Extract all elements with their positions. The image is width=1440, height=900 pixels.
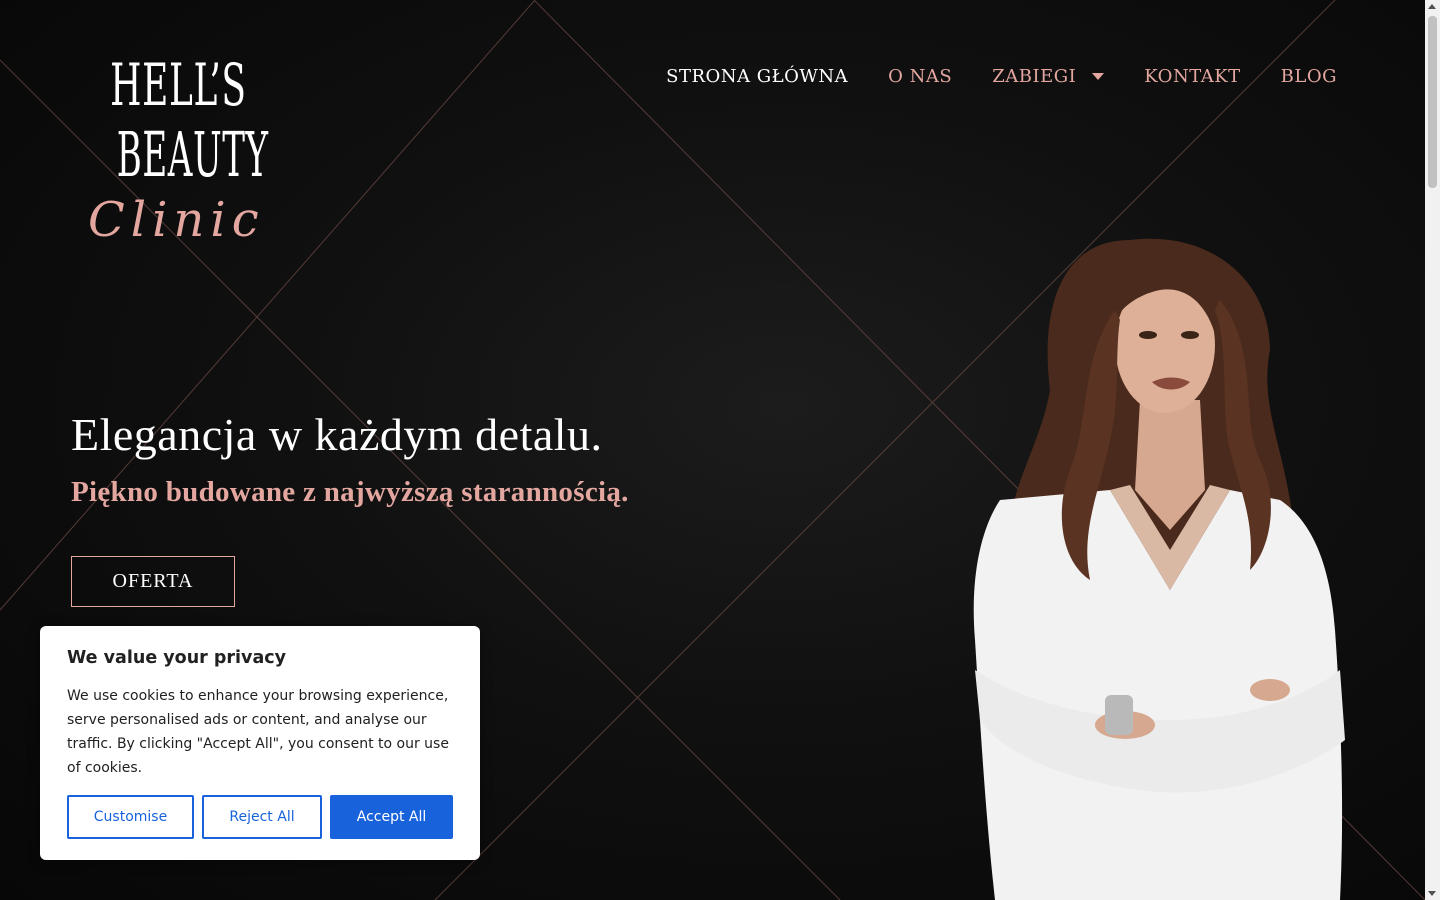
cookie-text: We use cookies to enhance your browsing …	[67, 688, 449, 776]
nav-label-contact: KONTAKT	[1144, 66, 1241, 87]
nav-label-about: O NAS	[888, 66, 953, 87]
nav-label-blog: BLOG	[1280, 66, 1337, 87]
hero-subtitle: Piękno budowane z najwyższą starannością…	[71, 476, 629, 508]
nav-link-blog[interactable]: BLOG	[1281, 66, 1337, 87]
logo-line-hells: HELL’S	[110, 51, 247, 119]
hero-model-image	[973, 238, 1345, 900]
logo-line-clinic: Clinic	[88, 192, 265, 248]
logo-line-beauty: BEAUTY	[116, 118, 269, 191]
chevron-down-icon[interactable]	[1092, 73, 1105, 80]
main-nav: STRONA GŁÓWNA O NAS ZABIEGI KONTAKT BLOG	[666, 66, 1337, 87]
page-scrollbar[interactable]	[1425, 0, 1440, 900]
brand-logo[interactable]: HELL’S BEAUTY Clinic	[74, 52, 274, 262]
nav-link-home[interactable]: STRONA GŁÓWNA	[666, 66, 848, 87]
offer-button[interactable]: OFERTA	[71, 556, 235, 607]
hero-title: Elegancja w każdym detalu.	[71, 409, 603, 460]
cookie-actions: Customise Reject All Accept All	[67, 795, 453, 839]
customise-button[interactable]: Customise	[67, 795, 194, 839]
accept-all-button[interactable]: Accept All	[330, 795, 453, 839]
scroll-down-arrow-icon[interactable]	[1428, 891, 1436, 896]
nav-link-about[interactable]: O NAS	[888, 66, 952, 87]
nav-label-treatments: ZABIEGI	[992, 66, 1077, 87]
nav-label-home: STRONA GŁÓWNA	[666, 66, 849, 87]
nav-link-contact[interactable]: KONTAKT	[1144, 66, 1240, 87]
scroll-up-arrow-icon[interactable]	[1428, 4, 1436, 9]
cookie-consent-dialog: We value your privacy We use cookies to …	[40, 626, 480, 860]
reject-all-button[interactable]: Reject All	[202, 795, 322, 839]
cookie-title: We value your privacy	[67, 648, 287, 668]
nav-link-treatments[interactable]: ZABIEGI	[992, 66, 1105, 87]
scrollbar-thumb[interactable]	[1428, 16, 1437, 188]
